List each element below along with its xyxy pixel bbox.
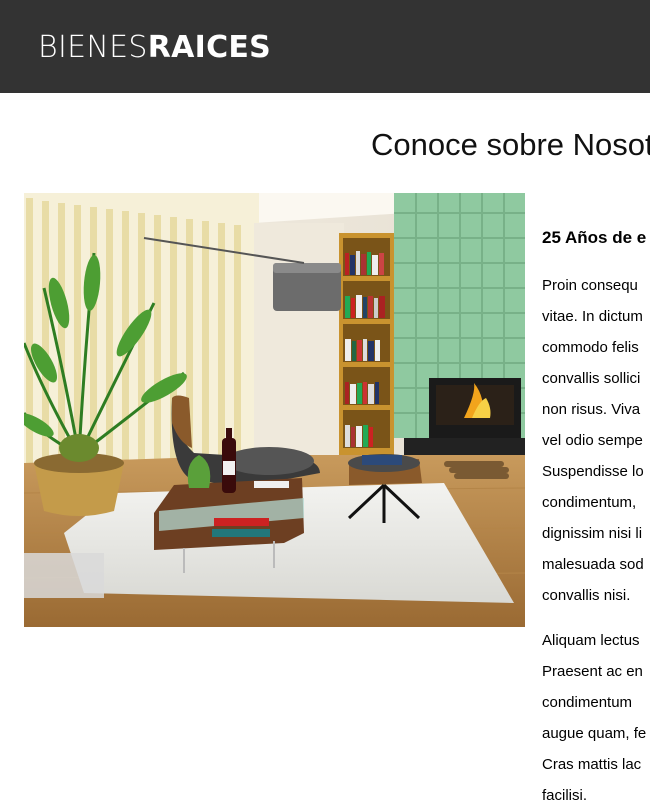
paragraph-line: convallis nisi. bbox=[542, 587, 631, 604]
living-room-image bbox=[24, 193, 525, 627]
site-logo[interactable]: BIENESRAICES bbox=[38, 30, 271, 66]
site-header: BIENESRAICES bbox=[0, 0, 650, 93]
paragraph-line: commodo felis bbox=[542, 339, 639, 356]
about-paragraph-1: Proin consequ vitae. In dictum commodo f… bbox=[542, 270, 644, 611]
paragraph-line: condimentum bbox=[542, 694, 633, 711]
paragraph-line: Cras mattis lac bbox=[542, 756, 642, 773]
paragraph-line: Suspendisse lo bbox=[542, 463, 644, 480]
logo-text-light: BIENES bbox=[38, 30, 148, 65]
paragraph-line: Praesent ac en bbox=[542, 663, 643, 680]
paragraph-line: Proin consequ bbox=[542, 277, 638, 294]
page-title: Conoce sobre Nosot bbox=[371, 127, 650, 162]
paragraph-line: non risus. Viva bbox=[542, 401, 641, 418]
paragraph-line: condimentum, bbox=[542, 494, 637, 511]
paragraph-line: malesuada sod bbox=[542, 556, 644, 573]
paragraph-line: dignissim nisi li bbox=[542, 525, 643, 542]
paragraph-line: facilisi. bbox=[542, 787, 588, 804]
about-paragraph-2: Aliquam lectus Praesent ac en condimentu… bbox=[542, 625, 646, 811]
paragraph-line: vitae. In dictum bbox=[542, 308, 643, 325]
paragraph-line: convallis sollici bbox=[542, 370, 641, 387]
logo-text-bold: RAICES bbox=[147, 30, 272, 65]
paragraph-line: Aliquam lectus bbox=[542, 632, 640, 649]
paragraph-line: vel odio sempe bbox=[542, 432, 643, 449]
paragraph-line: augue quam, fe bbox=[542, 725, 647, 742]
section-subtitle: 25 Años de e bbox=[542, 228, 647, 247]
